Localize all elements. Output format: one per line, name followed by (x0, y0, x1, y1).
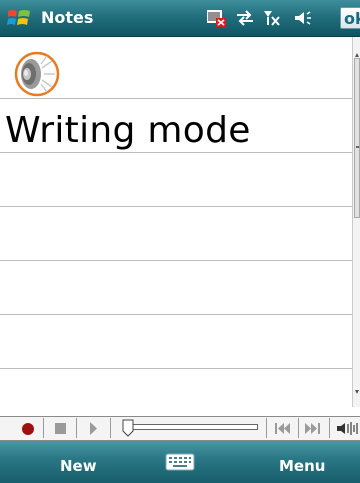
toolbar-separator (329, 418, 330, 438)
playback-slider-thumb[interactable] (122, 419, 134, 437)
new-softkey[interactable]: New (60, 457, 97, 475)
stop-button[interactable] (50, 416, 72, 441)
scroll-down-arrow-icon[interactable] (354, 389, 360, 395)
speaker-icon[interactable] (292, 8, 314, 28)
toolbar-separator (110, 418, 111, 438)
ruled-line (0, 206, 352, 207)
menu-softkey[interactable]: Menu (279, 457, 325, 475)
note-text[interactable]: Writing mode (5, 110, 251, 151)
ruled-line (0, 260, 352, 261)
sim-card-missing-icon[interactable] (205, 8, 227, 28)
ruled-line (0, 152, 352, 153)
play-button[interactable] (82, 416, 104, 441)
record-button[interactable] (17, 416, 39, 441)
title-bar: Notes ok (0, 0, 360, 37)
playback-slider-track[interactable] (128, 424, 258, 430)
scrollbar-thumb[interactable] (354, 58, 360, 218)
previous-track-button[interactable] (271, 416, 293, 441)
connectivity-icon[interactable] (234, 8, 256, 28)
toolbar-separator (298, 418, 299, 438)
windows-start-icon[interactable] (6, 6, 32, 30)
toolbar-separator (266, 418, 267, 438)
toolbar-separator (43, 418, 44, 438)
app-title: Notes (41, 8, 94, 27)
keyboard-icon[interactable] (165, 453, 195, 471)
signal-off-icon[interactable] (262, 8, 284, 28)
next-track-button[interactable] (302, 416, 324, 441)
ok-button[interactable]: ok (340, 7, 360, 29)
toolbar-separator (76, 418, 77, 438)
volume-button[interactable] (334, 416, 360, 441)
ruled-line (0, 98, 352, 99)
scrollbar-grip (356, 146, 359, 148)
speaker-voice-note-icon[interactable] (11, 50, 63, 98)
ruled-line (0, 368, 352, 369)
note-editor[interactable]: Writing mode (0, 37, 352, 407)
ruled-line (0, 314, 352, 315)
